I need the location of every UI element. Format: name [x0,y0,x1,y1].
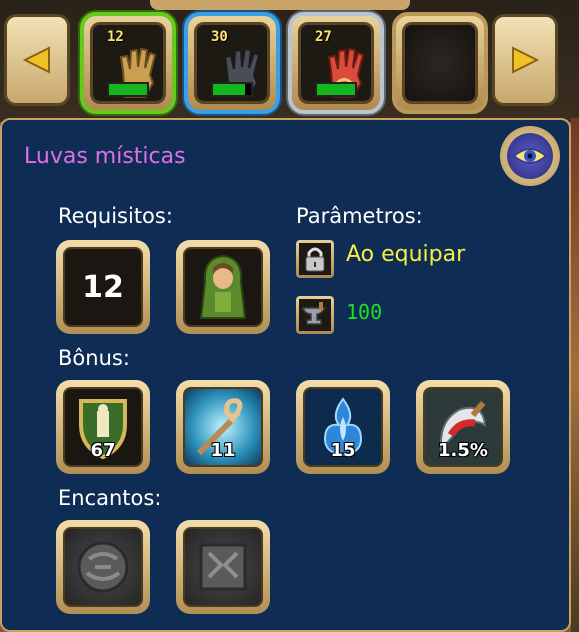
arrow-right-icon [512,46,540,74]
stone-rune-square-icon [199,543,247,591]
durability-bar [211,82,253,97]
enchants-label: Encantos: [58,486,162,510]
anvil-icon [301,302,327,325]
item-name: Luvas místicas [24,144,186,169]
view-item-button[interactable] [500,126,560,186]
bonus-value: 67 [90,440,116,461]
durability-bar [315,82,357,97]
carousel-slot-4-empty[interactable] [392,12,488,114]
carousel-slot-1[interactable]: 12 [80,12,176,114]
bonus-tile[interactable]: 1.5% [416,380,510,474]
item-detail-panel: Luvas místicas Requisitos: 12 Parâmetros… [0,118,571,632]
bonus-tile[interactable]: 11 [176,380,270,474]
bonus-value: 1.5% [438,440,488,461]
required-level-tile[interactable]: 12 [56,240,150,334]
bind-on-equip-text: Ao equipar [346,242,466,267]
carousel-slot-3[interactable]: 27 [288,12,384,114]
bind-lock-tile [296,240,334,278]
bonus-label: Bônus: [58,346,130,370]
required-level: 12 [82,269,124,305]
parameter-value: 100 [346,300,383,324]
bonus-value: 15 [330,440,356,461]
bonus-tile[interactable]: 67 [56,380,150,474]
enchant-slot[interactable] [176,520,270,614]
lock-icon [305,247,325,272]
item-carousel: 12 30 27 [0,0,579,122]
stone-rune-round-icon [77,541,129,593]
bonus-value: 11 [210,440,236,461]
bonus-tile[interactable]: 15 [296,380,390,474]
eye-icon [512,148,548,164]
carousel-slot-2[interactable]: 30 [184,12,280,114]
anvil-tile [296,296,334,334]
requirements-label: Requisitos: [58,204,173,228]
carousel-next-button[interactable] [492,14,558,106]
parameters-label: Parâmetros: [296,204,423,228]
arrow-left-icon [22,46,50,74]
enchant-slot[interactable] [56,520,150,614]
carousel-prev-button[interactable] [4,14,70,106]
durability-bar [107,82,149,97]
hooded-character-icon [199,254,247,319]
top-banner [150,0,410,10]
required-class-tile[interactable] [176,240,270,334]
background-edge [571,118,579,632]
